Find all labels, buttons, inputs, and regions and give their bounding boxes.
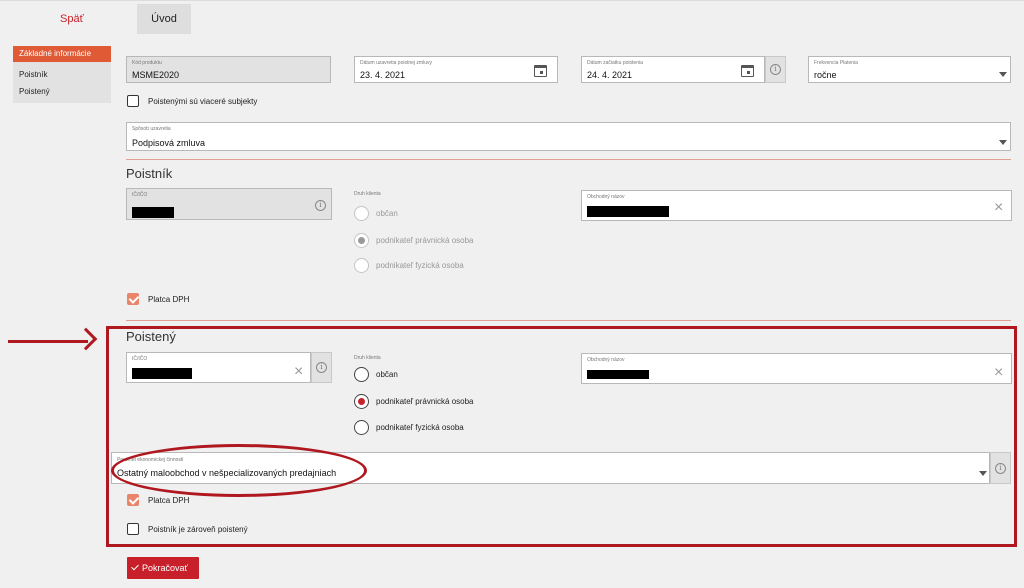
policyholder-title: Poistník: [126, 166, 173, 181]
chevron-down-icon[interactable]: [999, 140, 1007, 145]
product-code-value: MSME2020: [132, 70, 180, 80]
back-link[interactable]: Späť: [60, 13, 84, 25]
check-icon: [131, 562, 139, 571]
divider: [126, 159, 1011, 160]
divider: [126, 320, 1011, 321]
conclusion-method-label: Spôsob uzavretia: [132, 126, 171, 132]
policyholder-type-label-citizen: občan: [376, 209, 398, 218]
start-date-field[interactable]: Dátum začiatku poistenia 24. 4. 2021: [581, 56, 765, 83]
policyholder-type-radio-legal: [354, 233, 369, 248]
annotation-ellipse: [111, 444, 367, 497]
redacted-name: [587, 206, 669, 217]
policyholder-id-label: IČ/IČO: [132, 192, 148, 198]
payment-frequency-label: Frekvencia Platenia: [814, 60, 858, 66]
continue-label: Pokračovať: [142, 563, 188, 573]
contract-date-value: 23. 4. 2021: [360, 70, 406, 80]
policyholder-type-radio-natural: [354, 258, 369, 273]
calendar-icon[interactable]: [741, 65, 754, 77]
policyholder-id-field: IČ/IČO i: [126, 188, 332, 220]
multiple-subjects-label: Poistenými sú viaceré subjekty: [148, 97, 258, 106]
policyholder-type-label-natural: podnikateľ fyzická osoba: [376, 261, 464, 270]
redacted-id: [132, 207, 174, 218]
policyholder-name-field[interactable]: Obchodný názov ×: [581, 190, 1012, 221]
payment-frequency-value: ročne: [814, 70, 837, 80]
policyholder-type-label-legal: podnikateľ právnická osoba: [376, 236, 474, 245]
multiple-subjects-checkbox[interactable]: [127, 95, 139, 107]
chevron-down-icon[interactable]: [999, 72, 1007, 77]
top-border: [0, 0, 1024, 1]
product-code-field: Kód produktu MSME2020: [126, 56, 331, 83]
start-date-info-box: i: [765, 56, 786, 83]
continue-button[interactable]: Pokračovať: [127, 557, 199, 579]
start-date-label: Dátum začiatku poistenia: [587, 60, 643, 66]
policyholder-vat-label: Platca DPH: [148, 295, 190, 304]
info-icon[interactable]: i: [315, 200, 326, 211]
start-date-value: 24. 4. 2021: [587, 70, 633, 80]
policyholder-type-label: Druh klienta: [354, 191, 381, 197]
sidebar-item-policyholder[interactable]: Poistník: [19, 70, 47, 79]
conclusion-method-select[interactable]: Spôsob uzavretia Podpisová zmluva: [126, 122, 1011, 151]
contract-date-field[interactable]: Dátum uzavretia poistnej zmluvy 23. 4. 2…: [354, 56, 558, 83]
annotation-arrow-head-icon: [74, 327, 98, 351]
policyholder-vat-checkbox[interactable]: [127, 293, 139, 305]
info-icon[interactable]: i: [770, 64, 781, 75]
clear-icon[interactable]: ×: [994, 200, 1003, 216]
product-code-label: Kód produktu: [132, 60, 162, 66]
tab-uvod[interactable]: Úvod: [137, 4, 191, 34]
sidebar-item-basic-info[interactable]: Základné informácie: [13, 46, 111, 62]
annotation-highlight-box: [106, 326, 1017, 547]
policyholder-type-radio-citizen: [354, 206, 369, 221]
contract-date-label: Dátum uzavretia poistnej zmluvy: [360, 60, 432, 66]
calendar-icon[interactable]: [534, 65, 547, 77]
policyholder-name-label: Obchodný názov: [587, 194, 625, 200]
sidebar-item-insured[interactable]: Poistený: [19, 87, 50, 96]
conclusion-method-value: Podpisová zmluva: [132, 138, 206, 148]
payment-frequency-select[interactable]: Frekvencia Platenia ročne: [808, 56, 1011, 83]
